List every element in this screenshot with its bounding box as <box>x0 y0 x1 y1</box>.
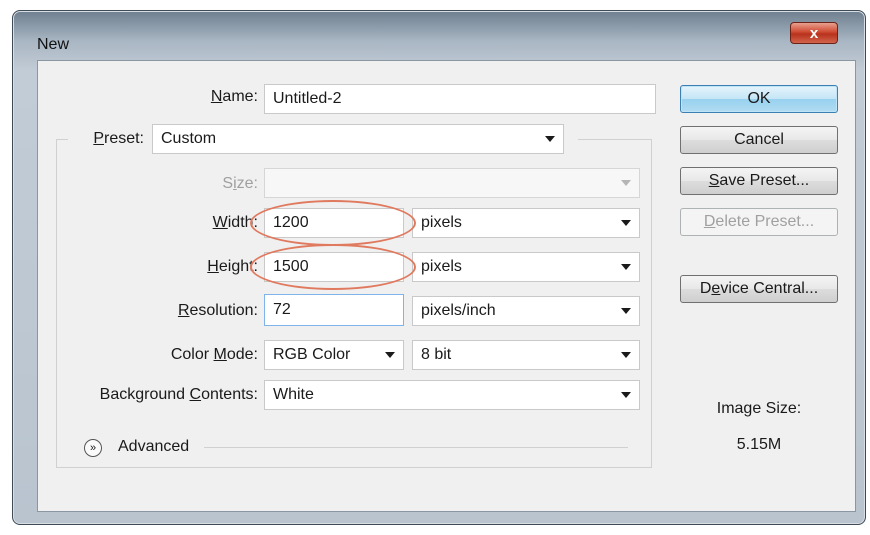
color-mode-value: RGB Color <box>273 346 351 363</box>
width-unit-value: pixels <box>421 214 462 231</box>
height-input[interactable]: 1500 <box>264 252 404 282</box>
preset-label: Preset: <box>93 130 144 147</box>
resolution-label: Resolution: <box>177 302 258 319</box>
name-label: Name: <box>210 88 258 105</box>
background-contents-dropdown[interactable]: White <box>264 380 640 410</box>
image-size-value: 5.15M <box>736 436 782 453</box>
background-contents-label: Background Contents: <box>99 386 258 403</box>
preset-value: Custom <box>161 130 217 147</box>
chevron-down-icon <box>621 352 631 358</box>
chevron-down-icon <box>621 220 631 226</box>
preset-group-border-left <box>56 139 57 467</box>
preset-group-border-bottom <box>56 467 652 468</box>
save-preset-button[interactable]: Save Preset... <box>680 167 838 195</box>
preset-dropdown[interactable]: Custom <box>152 124 564 154</box>
bit-depth-value: 8 bit <box>421 346 452 363</box>
width-input[interactable]: 1200 <box>264 208 404 238</box>
delete-preset-button: Delete Preset... <box>680 208 838 236</box>
width-label: Width: <box>212 214 258 231</box>
width-unit-dropdown[interactable]: pixels <box>412 208 640 238</box>
resolution-unit-dropdown[interactable]: pixels/inch <box>412 296 640 326</box>
chevron-double-down-icon[interactable]: » <box>84 439 102 457</box>
resolution-unit-value: pixels/inch <box>421 302 496 319</box>
height-unit-dropdown[interactable]: pixels <box>412 252 640 282</box>
color-mode-dropdown[interactable]: RGB Color <box>264 340 404 370</box>
chevron-down-icon <box>621 264 631 270</box>
cancel-button[interactable]: Cancel <box>680 126 838 154</box>
chevron-down-icon <box>621 392 631 398</box>
name-input[interactable]: Untitled-2 <box>264 84 656 114</box>
chevron-down-icon <box>385 352 395 358</box>
bit-depth-dropdown[interactable]: 8 bit <box>412 340 640 370</box>
advanced-divider <box>204 447 628 448</box>
ok-button[interactable]: OK <box>680 85 838 113</box>
preset-group-border-top-left <box>56 139 68 140</box>
dialog-title: New <box>37 36 70 53</box>
color-mode-label: Color Mode: <box>170 346 258 363</box>
height-unit-value: pixels <box>421 258 462 275</box>
chevron-down-icon <box>621 308 631 314</box>
background-contents-value: White <box>273 386 314 403</box>
resolution-input[interactable]: 72 <box>264 294 404 326</box>
preset-group-border-right <box>651 139 652 467</box>
advanced-label[interactable]: Advanced <box>118 438 189 456</box>
image-size-label: Image Size: <box>716 400 802 417</box>
size-label: Size: <box>222 175 258 192</box>
chevron-down-icon <box>621 180 631 186</box>
height-label: Height: <box>207 258 258 275</box>
preset-group-border-top-right <box>578 139 652 140</box>
close-button[interactable]: x <box>790 22 838 44</box>
device-central-button[interactable]: De vice Central... <box>680 275 838 303</box>
chevron-down-icon <box>545 136 555 142</box>
size-dropdown <box>264 168 640 198</box>
